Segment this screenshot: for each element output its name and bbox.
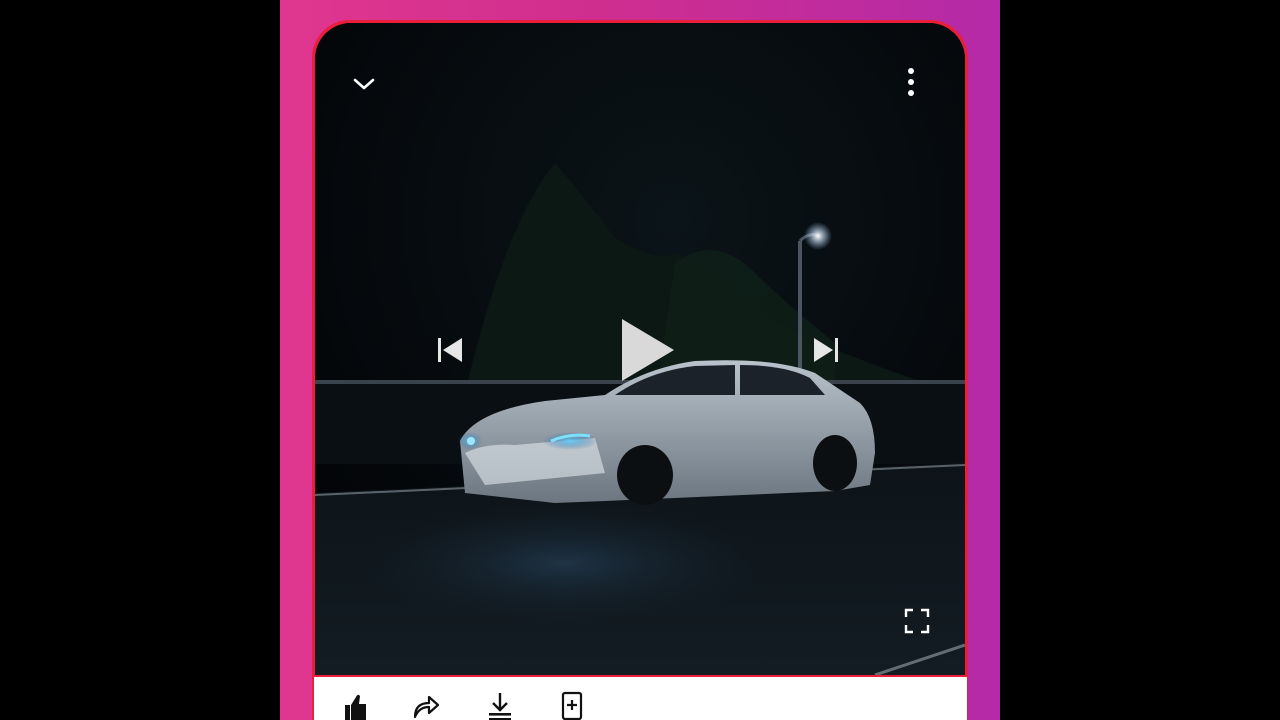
video-player[interactable] [315, 23, 965, 675]
action-bar [314, 677, 967, 720]
play-icon [622, 319, 674, 381]
download-button[interactable] [485, 691, 515, 720]
fullscreen-icon [904, 608, 930, 634]
minimize-button[interactable] [349, 69, 379, 99]
download-icon [489, 693, 511, 720]
share-icon [413, 695, 440, 719]
phone-frame [280, 0, 1000, 720]
more-options-button[interactable] [896, 65, 926, 101]
like-icon [345, 694, 366, 720]
previous-button[interactable] [433, 333, 467, 367]
chevron-down-icon [353, 78, 375, 90]
save-to-playlist-icon [561, 691, 583, 720]
next-button[interactable] [809, 333, 843, 367]
share-button[interactable] [411, 691, 441, 720]
more-vertical-icon [908, 68, 914, 96]
skip-next-icon [814, 338, 838, 362]
skip-previous-icon [438, 338, 462, 362]
fullscreen-button[interactable] [899, 603, 935, 639]
save-to-playlist-button[interactable] [557, 691, 587, 720]
like-button[interactable] [340, 691, 370, 720]
viewport-background [0, 0, 1280, 720]
play-button[interactable] [611, 315, 681, 385]
